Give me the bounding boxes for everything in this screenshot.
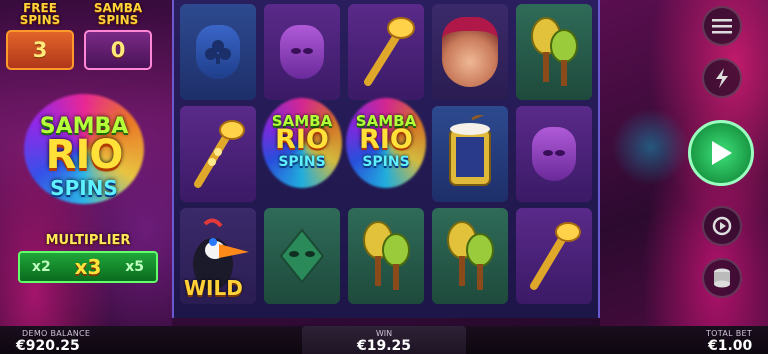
multiplier-bar: x2 x3 x5	[18, 251, 158, 283]
spin-button[interactable]	[688, 120, 754, 186]
autoplay-icon	[712, 216, 732, 236]
trumpet-icon	[530, 222, 581, 290]
free-spins-counter: FREE SPINS 3	[2, 2, 78, 72]
reel-symbol-bonus: SAMBA RIO SPINS	[340, 94, 432, 204]
total-bet-label: TOTAL BET	[706, 329, 753, 338]
free-spins-value: 3	[6, 30, 74, 70]
samba-spins-label: SAMBA SPINS	[93, 1, 143, 27]
bonus-line2: RIO	[275, 124, 329, 155]
logo-line3: SPINS	[50, 176, 118, 200]
maracas-icon	[363, 221, 410, 290]
trumpet-icon	[364, 17, 415, 86]
reel-grid[interactable]: WILD SAMBA RIO SPINS SAMBA RIO SPINS	[172, 0, 600, 318]
turbo-button[interactable]	[702, 58, 742, 98]
reel-symbol-trumpet	[348, 4, 424, 100]
reel-symbol-club-mask	[180, 4, 256, 100]
win-value: €19.25	[356, 338, 412, 354]
multiplier-panel: MULTIPLIER x2 x3 x5	[18, 233, 158, 287]
reel-symbol-maracas	[516, 4, 592, 100]
reel-symbol-diamond-mask	[264, 208, 340, 304]
turbo-lightning-icon	[716, 68, 728, 88]
maracas-icon	[447, 221, 494, 290]
multiplier-option: x5	[125, 259, 145, 275]
balance-label: DEMO BALANCE	[22, 329, 91, 338]
club-mask-icon	[196, 25, 240, 79]
spin-play-icon	[712, 141, 732, 165]
heart-mask-icon	[280, 25, 324, 79]
reel-symbol-drum	[432, 106, 508, 202]
samba-spins-value: 0	[84, 30, 152, 70]
wild-label: WILD	[184, 276, 243, 300]
trumpet-icon	[194, 120, 245, 188]
samba-dancer-icon	[442, 17, 498, 87]
bonus-line2: RIO	[359, 124, 413, 155]
logo-line2: RIO	[45, 132, 124, 178]
drum-icon	[449, 115, 491, 186]
reel-symbol-trumpet	[180, 106, 256, 202]
win-panel: WIN €19.25	[302, 326, 466, 354]
bonus-line3: SPINS	[362, 154, 410, 170]
bet-button[interactable]	[702, 258, 742, 298]
reel-symbol-maracas	[432, 208, 508, 304]
maracas-icon	[531, 17, 578, 86]
diamond-mask-icon	[279, 228, 325, 284]
win-label: WIN	[375, 329, 393, 338]
bonus-line3: SPINS	[278, 154, 326, 170]
menu-icon	[712, 19, 732, 34]
multiplier-option: x2	[31, 259, 51, 275]
multiplier-option-active: x3	[74, 255, 102, 279]
heart-mask-icon	[532, 127, 576, 181]
reel-symbol-bonus: SAMBA RIO SPINS	[256, 94, 348, 204]
multiplier-title: MULTIPLIER	[45, 233, 131, 248]
balance-value: €920.25	[16, 338, 80, 354]
samba-spins-counter: SAMBA SPINS 0	[80, 2, 156, 72]
reel-symbol-maracas	[348, 208, 424, 304]
reel-symbol-heart-mask	[516, 106, 592, 202]
reel-symbol-trumpet	[516, 208, 592, 304]
bet-coins-icon	[714, 268, 730, 288]
menu-button[interactable]	[702, 6, 742, 46]
reel-symbol-toucan-wild: WILD	[180, 208, 256, 304]
autoplay-button[interactable]	[702, 206, 742, 246]
total-bet-value: €1.00	[708, 338, 753, 354]
reel-symbol-heart-mask	[264, 4, 340, 100]
free-spins-label: FREE SPINS	[19, 1, 61, 27]
reel-symbol-dancer	[432, 4, 508, 100]
game-logo: SAMBA RIO SPINS	[14, 94, 154, 214]
